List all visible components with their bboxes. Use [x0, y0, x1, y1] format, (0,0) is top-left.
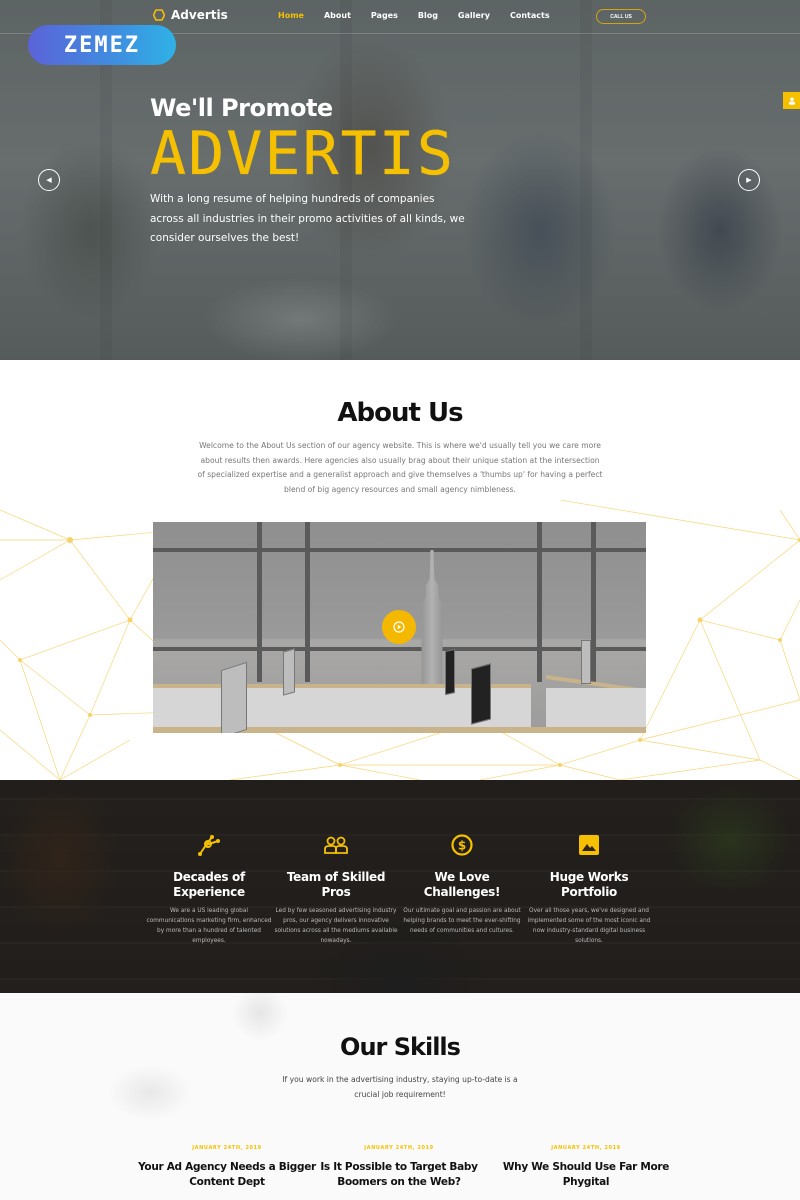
nav-contacts[interactable]: Contacts: [510, 11, 550, 20]
nav-gallery[interactable]: Gallery: [458, 11, 490, 20]
nav-home[interactable]: Home: [278, 11, 304, 20]
window-frame: [153, 647, 646, 651]
svg-text:$: $: [458, 839, 466, 853]
window-frame: [257, 522, 262, 682]
hero-kicker: We'll Promote: [150, 94, 333, 122]
feature-card: Huge Works Portfolio Over all those year…: [526, 834, 652, 946]
monitor: [581, 640, 591, 684]
hero-text: With a long resume of helping hundreds o…: [150, 193, 465, 244]
post-date: JANUARY 24TH, 2019: [364, 1145, 434, 1151]
blog-post[interactable]: JANUARY 24TH, 2019 Your Ad Agency Needs …: [137, 1145, 317, 1189]
hexagon-logo-icon: [153, 9, 165, 21]
blog-post[interactable]: JANUARY 24TH, 2019 Why We Should Use Far…: [496, 1145, 676, 1189]
skills-text: If you work in the advertising industry,…: [282, 1075, 518, 1099]
monitor: [445, 648, 455, 696]
team-icon: [324, 836, 348, 854]
feature-card: Decades of Experience We are a US leadin…: [146, 834, 272, 946]
feature-text: Over all those years, we've designed and…: [527, 908, 651, 944]
feature-card: $ We Love Challenges! Our ultimate goal …: [399, 834, 525, 936]
play-icon: [393, 621, 405, 633]
brand-name: Advertis: [171, 8, 228, 22]
monitor: [221, 661, 247, 733]
window-frame: [305, 522, 310, 682]
hero-content: We'll Promote ADVERTIS With a long resum…: [150, 94, 470, 249]
dollar-icon: $: [451, 834, 473, 856]
network-icon: [198, 835, 220, 856]
skills-section: Our Skills If you work in the advertisin…: [0, 993, 800, 1200]
slider-prev-button[interactable]: ◀: [38, 169, 60, 191]
feature-text: Our ultimate goal and passion are about …: [403, 908, 521, 934]
chevron-right-icon: ▶: [746, 176, 752, 184]
play-video-button[interactable]: [382, 610, 416, 644]
feature-title: We Love Challenges!: [423, 870, 501, 899]
nav-about[interactable]: About: [324, 11, 351, 20]
brand-logo[interactable]: Advertis: [153, 8, 228, 22]
hero-title: ADVERTIS: [150, 119, 455, 189]
feature-text: We are a US leading global communication…: [146, 908, 272, 944]
feature-card: Team of Skilled Pros Led by few seasoned…: [273, 834, 399, 946]
monitor: [471, 663, 491, 725]
post-date: JANUARY 24TH, 2019: [192, 1145, 262, 1151]
feature-text: Led by few seasoned advertising industry…: [274, 908, 398, 944]
feature-title: Huge Works Portfolio: [549, 870, 629, 899]
user-icon: [788, 97, 795, 105]
nav-blog[interactable]: Blog: [418, 11, 438, 20]
blog-post[interactable]: JANUARY 24TH, 2019 Is It Possible to Tar…: [309, 1145, 489, 1189]
about-text: Welcome to the About Us section of our a…: [197, 441, 603, 494]
post-title[interactable]: Is It Possible to Target Baby Boomers on…: [309, 1160, 489, 1189]
window-frame: [591, 522, 596, 682]
window-frame: [153, 548, 646, 552]
side-panel-tab[interactable]: [783, 92, 800, 109]
about-video[interactable]: [153, 522, 646, 733]
monitor: [283, 648, 295, 696]
slider-next-button[interactable]: ▶: [738, 169, 760, 191]
about-section: About Us Welcome to the About Us section…: [0, 360, 800, 780]
call-us-button[interactable]: CALL US: [596, 9, 646, 24]
main-menu: Home About Pages Blog Gallery Contacts: [278, 11, 570, 20]
post-title[interactable]: Why We Should Use Far More Phygital: [496, 1160, 676, 1189]
image-icon: [579, 835, 599, 855]
window-frame: [537, 522, 542, 682]
features-section: Decades of Experience We are a US leadin…: [0, 780, 800, 993]
skills-title: Our Skills: [340, 1033, 461, 1061]
nav-pages[interactable]: Pages: [371, 11, 398, 20]
post-title[interactable]: Your Ad Agency Needs a Bigger Content De…: [137, 1160, 317, 1189]
about-title: About Us: [337, 398, 463, 428]
chevron-left-icon: ◀: [46, 176, 52, 184]
feature-title: Team of Skilled Pros: [286, 870, 386, 899]
hero-section: Advertis Home About Pages Blog Gallery C…: [0, 0, 800, 360]
feature-title: Decades of Experience: [173, 870, 245, 899]
post-date: JANUARY 24TH, 2019: [551, 1145, 621, 1151]
zemez-badge[interactable]: ZEMEZ: [28, 25, 176, 65]
